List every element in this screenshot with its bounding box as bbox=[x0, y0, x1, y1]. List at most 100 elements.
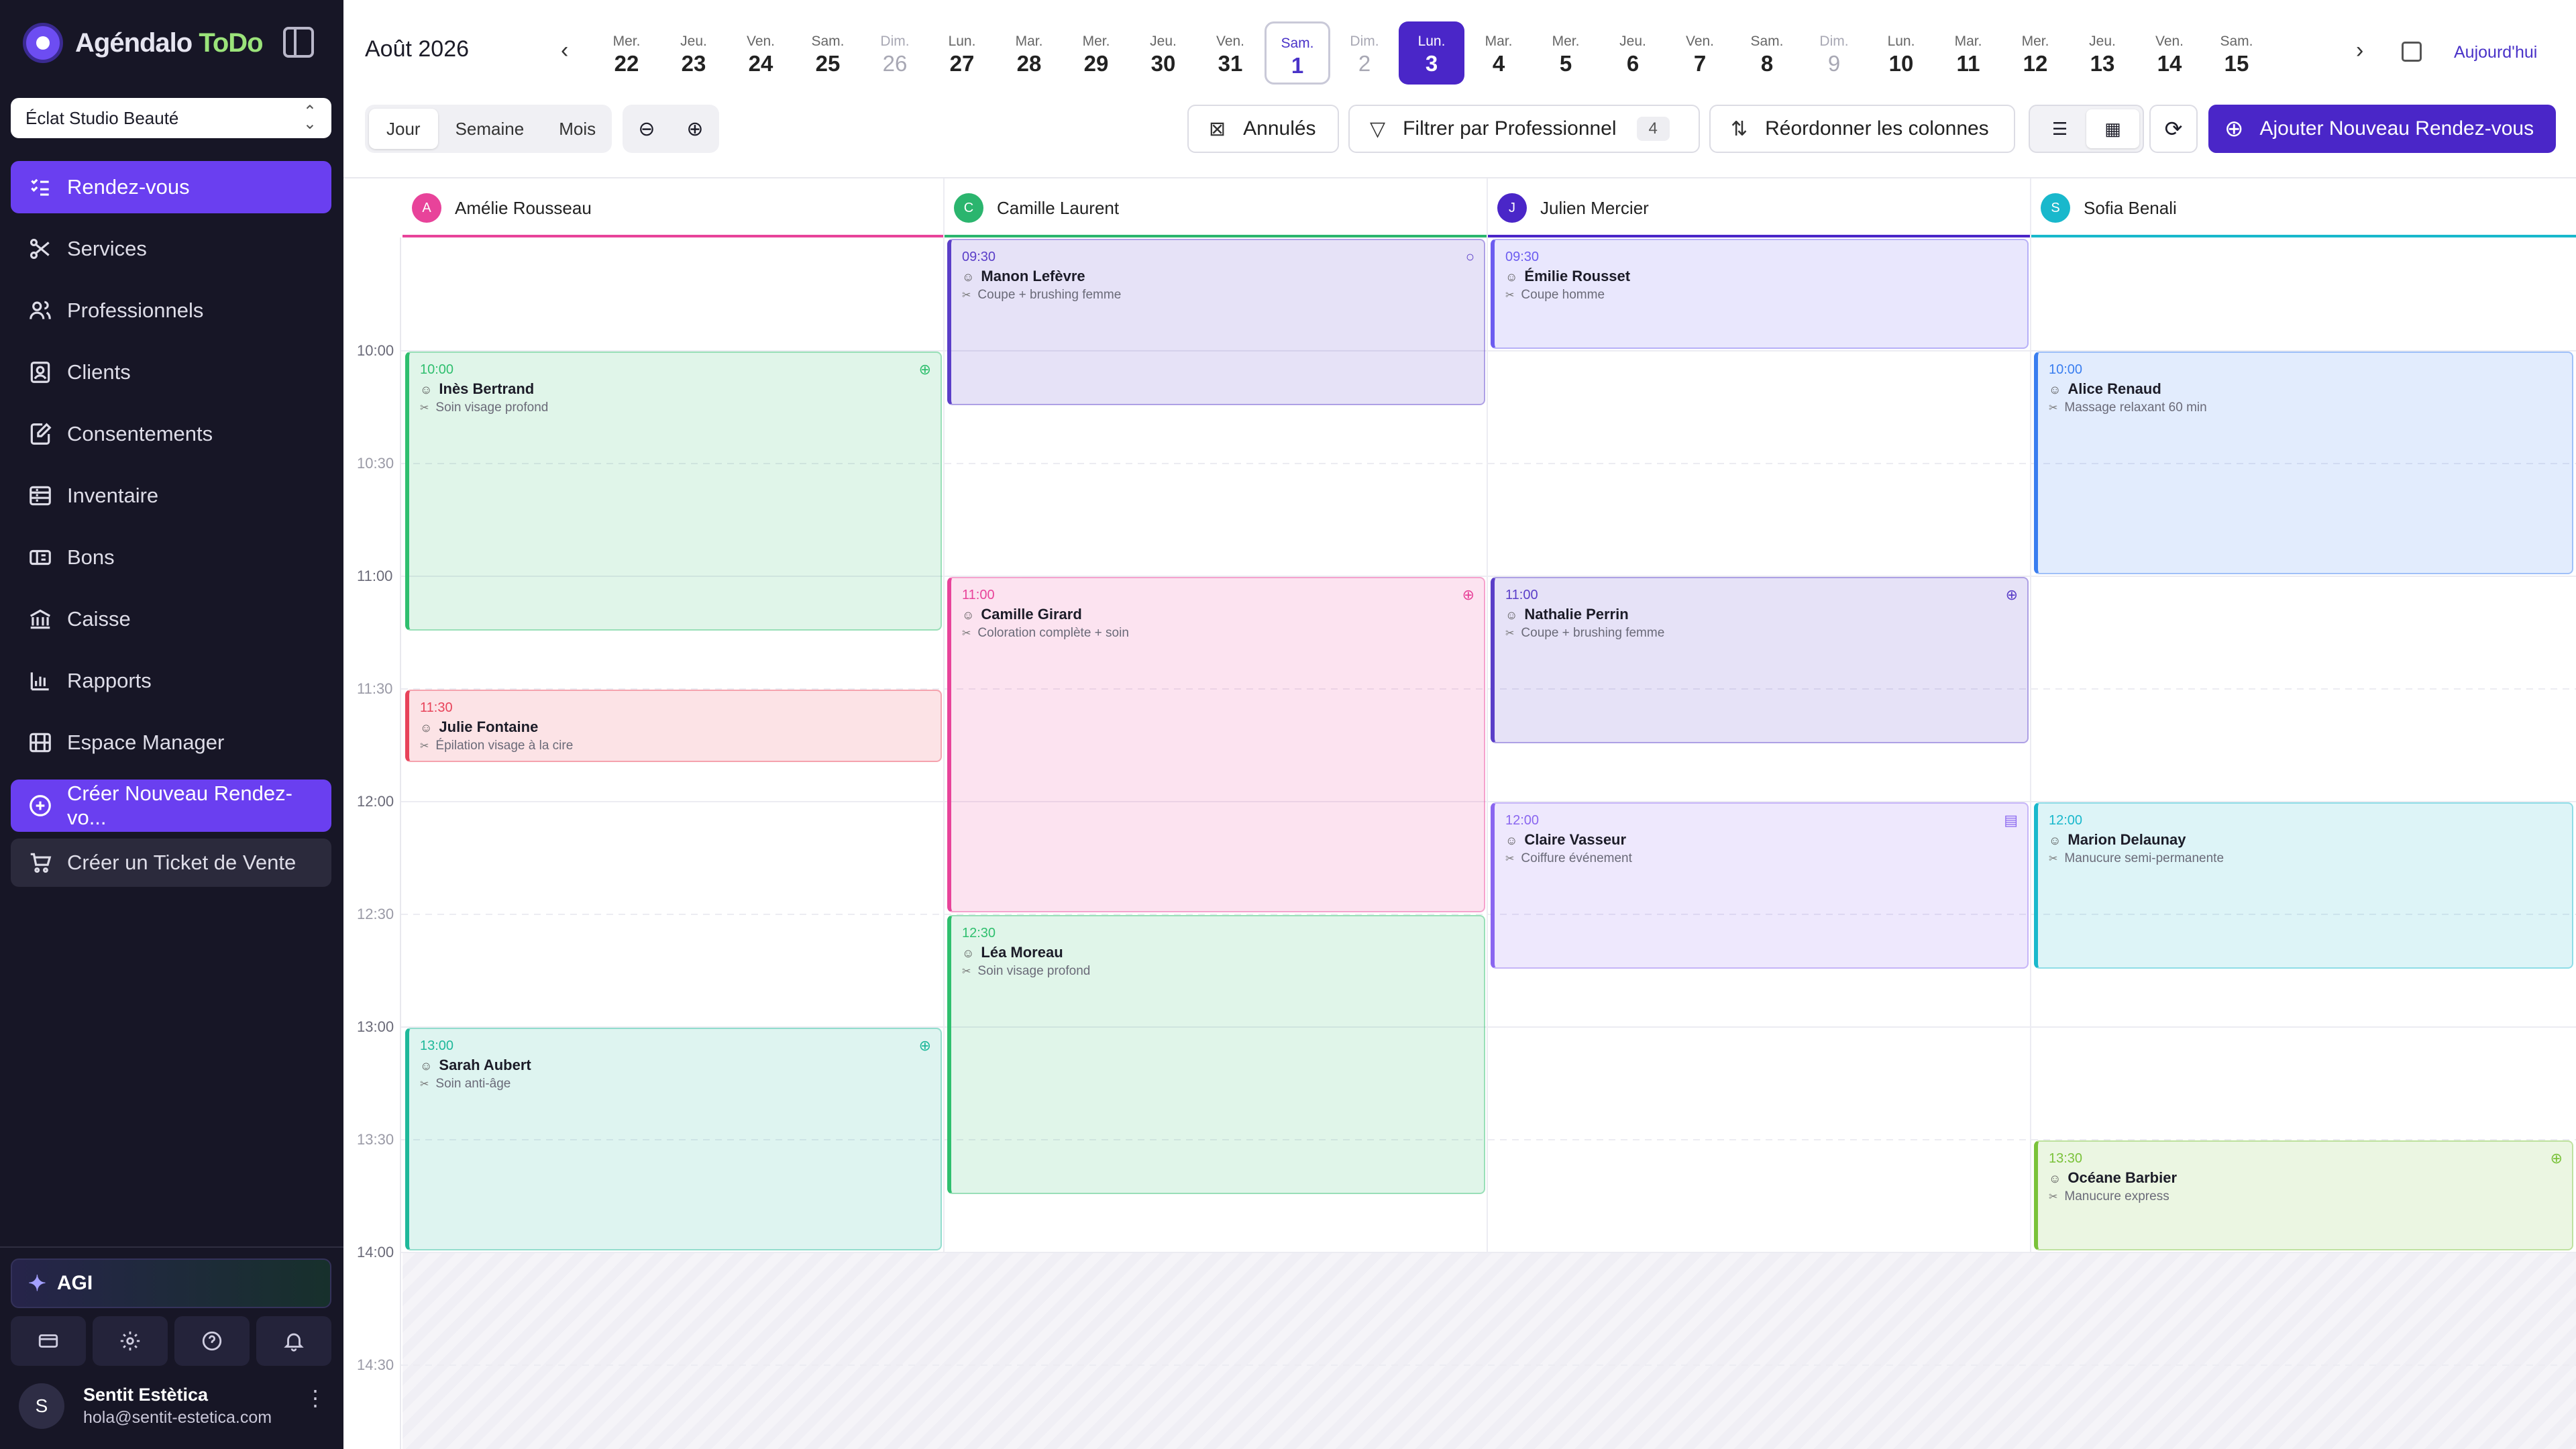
today-link[interactable]: Aujourd'hui bbox=[2454, 43, 2537, 62]
column-header-a[interactable]: A Amélie Rousseau bbox=[402, 178, 945, 237]
appointment-time: 10:00 bbox=[420, 362, 454, 377]
day-number: 14 bbox=[2157, 51, 2182, 76]
day-number: 8 bbox=[1760, 51, 1774, 76]
business-selector[interactable]: Éclat Studio Beauté ⌃ ⌄ bbox=[11, 98, 331, 138]
notifications-bell-icon[interactable] bbox=[256, 1316, 331, 1366]
date-15[interactable]: Sam. 15 bbox=[2204, 21, 2269, 85]
prev-days-arrow-icon[interactable]: ‹ bbox=[561, 38, 568, 64]
day-number: 6 bbox=[1626, 51, 1640, 76]
date-5[interactable]: Mer. 5 bbox=[1533, 21, 1599, 85]
time-label: 10:30 bbox=[357, 455, 394, 472]
view-tab-month[interactable]: Mois bbox=[541, 109, 613, 149]
plus-circle-icon: ⊕ bbox=[2224, 116, 2244, 142]
app-logo[interactable]: Agéndalo ToDo bbox=[23, 23, 264, 63]
sidebar-item-clients[interactable]: Clients bbox=[11, 346, 331, 398]
appointment-card[interactable]: 12:00 Marion Delaunay Manucure semi-perman… bbox=[2034, 802, 2573, 969]
date-11[interactable]: Mar. 11 bbox=[1935, 21, 2001, 85]
sidebar-item-consentements[interactable]: Consentements bbox=[11, 408, 331, 460]
day-name: Sam. bbox=[2220, 34, 2253, 49]
agi-button[interactable]: ✦ AGI bbox=[11, 1258, 331, 1308]
sidebar-item-professionnels[interactable]: Professionnels bbox=[11, 284, 331, 337]
appointment-service: Coupe + brushing femme bbox=[962, 288, 1473, 303]
cancelled-button[interactable]: ⊠ Annulés bbox=[1187, 105, 1339, 153]
column-header-c[interactable]: C Camille Laurent bbox=[945, 178, 1488, 237]
date-12[interactable]: Mer. 12 bbox=[2002, 21, 2068, 85]
filter-professional-button[interactable]: ▽ Filtrer par Professionnel 4 bbox=[1348, 105, 1700, 153]
calendar-view-icon[interactable]: ▦ bbox=[2086, 109, 2139, 148]
column-color-bar bbox=[2031, 235, 2576, 237]
day-name: Ven. bbox=[2155, 34, 2184, 49]
appointment-card[interactable]: 11:00 Nathalie Perrin Coupe + brushing fem… bbox=[1491, 577, 2029, 743]
professional-name: Amélie Rousseau bbox=[455, 197, 592, 218]
date-31[interactable]: Ven. 31 bbox=[1197, 21, 1263, 85]
billing-icon[interactable] bbox=[11, 1316, 86, 1366]
appointment-card[interactable]: 10:00 Inès Bertrand Soin visage profond ⊕ bbox=[405, 352, 942, 631]
sidebar-item-caisse[interactable]: Caisse bbox=[11, 593, 331, 645]
date-14[interactable]: Ven. 14 bbox=[2137, 21, 2202, 85]
sidebar-item-espace-manager[interactable]: Espace Manager bbox=[11, 716, 331, 769]
view-tab-day[interactable]: Jour bbox=[369, 109, 438, 149]
avatar: A bbox=[412, 193, 441, 223]
date-24[interactable]: Ven. 24 bbox=[728, 21, 794, 85]
settings-gear-icon[interactable] bbox=[93, 1316, 168, 1366]
appointment-card[interactable]: 13:30 Océane Barbier Manucure express ⊕ bbox=[2034, 1140, 2573, 1250]
calendar-main: Août 2026 ‹ Mer. 22 Jeu. 23 Ven. 24 Sam. 25 Dim.… bbox=[343, 0, 2576, 1449]
next-days-arrow-icon[interactable]: › bbox=[2356, 38, 2363, 64]
date-9[interactable]: Dim. 9 bbox=[1801, 21, 1867, 85]
appointment-card[interactable]: 09:30 Émilie Rousset Coupe homme bbox=[1491, 239, 2029, 349]
add-appointment-button[interactable]: ⊕ Ajouter Nouveau Rendez-vous bbox=[2208, 105, 2556, 153]
user-profile[interactable]: S Sentit Estètica hola@sentit-estetica.c… bbox=[19, 1381, 272, 1432]
appointment-card[interactable]: 13:00 Sarah Aubert Soin anti-âge ⊕ bbox=[405, 1028, 942, 1250]
date-2[interactable]: Dim. 2 bbox=[1332, 21, 1397, 85]
date-4[interactable]: Mar. 4 bbox=[1466, 21, 1532, 85]
date-6[interactable]: Jeu. 6 bbox=[1600, 21, 1666, 85]
refresh-icon[interactable]: ⟳ bbox=[2149, 105, 2198, 153]
date-7[interactable]: Ven. 7 bbox=[1667, 21, 1733, 85]
date-10[interactable]: Lun. 10 bbox=[1868, 21, 1934, 85]
view-tab-week[interactable]: Semaine bbox=[438, 109, 542, 149]
date-23[interactable]: Jeu. 23 bbox=[661, 21, 727, 85]
date-3[interactable]: Lun. 3 bbox=[1399, 21, 1464, 85]
date-13[interactable]: Jeu. 13 bbox=[2070, 21, 2135, 85]
date-25[interactable]: Sam. 25 bbox=[795, 21, 861, 85]
create-sale-ticket-button[interactable]: Créer un Ticket de Vente bbox=[11, 839, 331, 887]
help-icon[interactable] bbox=[174, 1316, 250, 1366]
reorder-columns-button[interactable]: ⇅ Réordonner les colonnes bbox=[1709, 105, 2015, 153]
date-30[interactable]: Jeu. 30 bbox=[1130, 21, 1196, 85]
appointment-service: Coupe + brushing femme bbox=[1505, 626, 2017, 641]
edit-document-icon bbox=[27, 421, 54, 447]
appointment-card[interactable]: 10:00 Alice Renaud Massage relaxant 60 min bbox=[2034, 352, 2573, 574]
building-icon bbox=[27, 729, 54, 756]
sidebar-item-rendez-vous[interactable]: Rendez-vous bbox=[11, 161, 331, 213]
appointment-card[interactable]: 09:30 Manon Lefèvre Coupe + brushing femme… bbox=[947, 239, 1485, 405]
list-view-icon[interactable]: ☰ bbox=[2033, 109, 2086, 148]
sidebar-item-bons[interactable]: Bons bbox=[11, 531, 331, 584]
globe-icon: ⊕ bbox=[1462, 586, 1474, 603]
column-header-s[interactable]: S Sofia Benali bbox=[2031, 178, 2576, 237]
appointment-card[interactable]: 11:30 Julie Fontaine Épilation visage à la… bbox=[405, 690, 942, 762]
appointment-card[interactable]: 12:00 Claire Vasseur Coiffure événement ▤ bbox=[1491, 802, 2029, 969]
date-22[interactable]: Mer. 22 bbox=[594, 21, 659, 85]
sidebar-toggle-icon[interactable] bbox=[283, 27, 314, 58]
sidebar-item-inventaire[interactable]: Inventaire bbox=[11, 470, 331, 522]
appointment-client: Camille Girard bbox=[962, 606, 1473, 623]
zoom-in-icon[interactable]: ⊕ bbox=[686, 117, 703, 141]
appointment-card[interactable]: 12:30 Léa Moreau Soin visage profond bbox=[947, 915, 1485, 1194]
sidebar-item-services[interactable]: Services bbox=[11, 223, 331, 275]
date-26[interactable]: Dim. 26 bbox=[862, 21, 928, 85]
create-appointment-button[interactable]: Créer Nouveau Rendez-vo... bbox=[11, 780, 331, 832]
column-header-j[interactable]: J Julien Mercier bbox=[1488, 178, 2031, 237]
day-name: Mar. bbox=[1015, 34, 1043, 49]
date-8[interactable]: Sam. 8 bbox=[1734, 21, 1800, 85]
appointment-card[interactable]: 11:00 Camille Girard Coloration complète +… bbox=[947, 577, 1485, 912]
date-28[interactable]: Mar. 28 bbox=[996, 21, 1062, 85]
date-27[interactable]: Lun. 27 bbox=[929, 21, 995, 85]
filter-icon: ▽ bbox=[1370, 117, 1386, 140]
calendar-icon[interactable] bbox=[2402, 42, 2422, 62]
more-vertical-icon[interactable]: ⋮ bbox=[305, 1387, 326, 1409]
sidebar-item-rapports[interactable]: Rapports bbox=[11, 655, 331, 707]
zoom-out-icon[interactable]: ⊖ bbox=[638, 117, 655, 141]
date-1[interactable]: Sam. 1 bbox=[1265, 21, 1330, 85]
appointment-client: Alice Renaud bbox=[2049, 380, 2561, 398]
date-29[interactable]: Mer. 29 bbox=[1063, 21, 1129, 85]
